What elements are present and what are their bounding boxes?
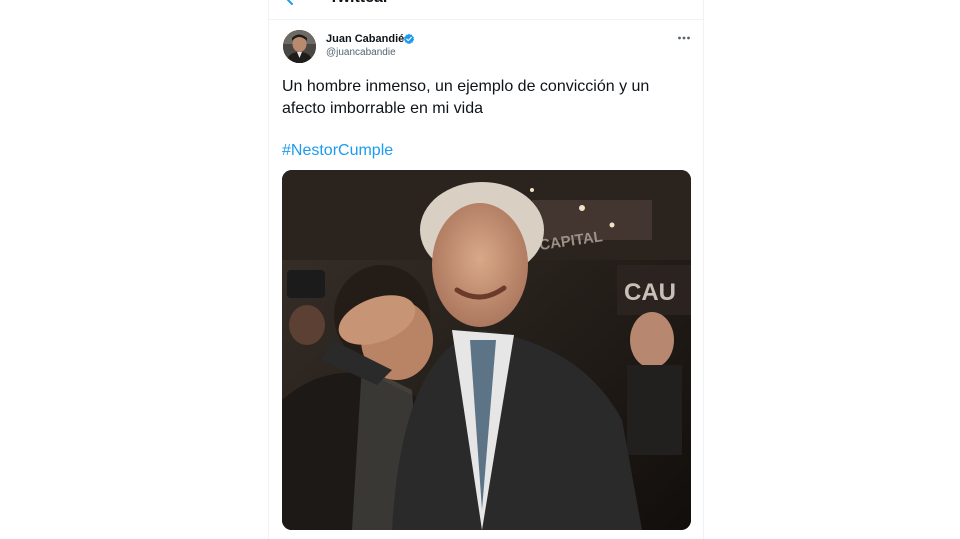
avatar-image [283, 30, 316, 63]
verified-badge-icon [403, 33, 415, 45]
author-handle[interactable]: @juancabandie [326, 46, 396, 59]
photo-illustration: CAPITAL CAU [282, 170, 691, 530]
tweet-text-line-1: Un hombre inmenso, un ejemplo de convicc… [282, 78, 650, 95]
tweet-text-line-2: afecto imborrable en mi vida [282, 100, 483, 117]
tweet-media-photo[interactable]: CAPITAL CAU [282, 170, 691, 530]
tweet-text: Un hombre inmenso, un ejemplo de convicc… [282, 76, 690, 120]
page-title: Twittear [329, 0, 389, 8]
arrow-left-icon[interactable] [283, 0, 303, 8]
tweet-header-bar: Twittear [269, 0, 703, 20]
more-horizontal-icon[interactable] [677, 33, 691, 43]
hashtag-link[interactable]: #NestorCumple [282, 140, 393, 162]
avatar[interactable] [283, 30, 316, 63]
author-name[interactable]: Juan Cabandié [326, 32, 404, 46]
tweet-column: Twittear Juan Cabandié @juancabandie Un … [268, 0, 704, 539]
banner-text-cau: CAU [624, 279, 676, 306]
